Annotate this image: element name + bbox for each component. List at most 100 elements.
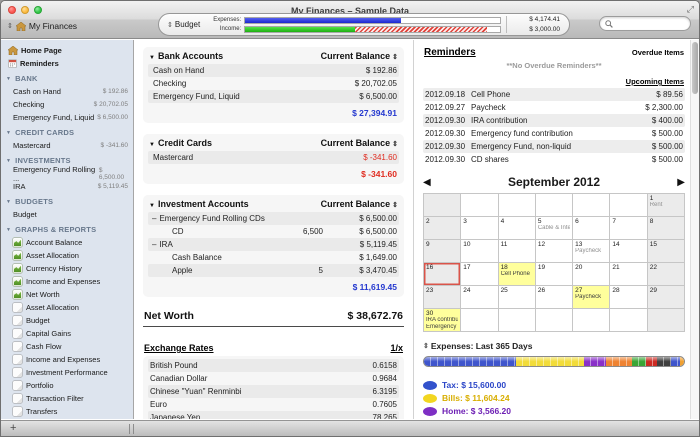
- fullscreen-icon[interactable]: ⤢: [687, 4, 694, 15]
- calendar-day[interactable]: 26: [536, 286, 573, 309]
- sidebar-item[interactable]: BANK: [1, 72, 133, 85]
- calendar-day[interactable]: 30 IRA contribu Emergency f: [424, 309, 461, 332]
- calendar-day[interactable]: 11: [499, 240, 536, 263]
- splitter-handle[interactable]: [129, 424, 134, 434]
- calendar-day[interactable]: 4: [499, 217, 536, 240]
- calendar-day[interactable]: [461, 309, 498, 332]
- calendar-day[interactable]: [536, 194, 573, 217]
- table-row[interactable]: Canadian Dollar 0.9684: [148, 372, 399, 385]
- list-item[interactable]: 2012.09.30 Emergency fund contribution $…: [423, 127, 685, 140]
- calendar-day[interactable]: 24: [461, 286, 498, 309]
- sidebar-item[interactable]: CREDIT CARDS: [1, 126, 133, 139]
- scrollbar-thumb[interactable]: [692, 42, 698, 94]
- search-field[interactable]: [599, 16, 691, 31]
- calendar-day[interactable]: 10: [461, 240, 498, 263]
- budget-popup[interactable]: ⇕ Budget Expenses: Income:: [158, 13, 570, 36]
- table-row[interactable]: Chinese "Yuan" Renminbi 6.3195: [148, 385, 399, 398]
- sidebar-item[interactable]: Asset Allocation: [1, 249, 133, 262]
- calendar-day[interactable]: 18 Cell Phone: [499, 263, 536, 286]
- calendar-day[interactable]: [610, 194, 647, 217]
- calendar-day[interactable]: 7: [610, 217, 647, 240]
- sidebar-item[interactable]: Budget: [1, 208, 133, 221]
- calendar-day[interactable]: [573, 194, 610, 217]
- sidebar-item[interactable]: Transaction Filter: [1, 392, 133, 405]
- sidebar-item[interactable]: Emergency Fund, Liquid $ 6,500.00: [1, 111, 133, 124]
- sidebar-item[interactable]: BUDGETS: [1, 195, 133, 208]
- sidebar-item[interactable]: Income and Expenses: [1, 353, 133, 366]
- calendar-day[interactable]: 20: [573, 263, 610, 286]
- sidebar-item-home-page[interactable]: Home Page: [1, 44, 133, 57]
- sidebar-item[interactable]: Budget: [1, 314, 133, 327]
- calendar-day[interactable]: [499, 309, 536, 332]
- sidebar-item[interactable]: Asset Allocation: [1, 301, 133, 314]
- section-title[interactable]: ▼Investment Accounts: [149, 199, 249, 209]
- table-row[interactable]: Mastercard $ -341.60: [148, 151, 399, 164]
- calendar-next-icon[interactable]: ▶: [671, 177, 685, 188]
- sidebar-item[interactable]: Checking $ 20,702.05: [1, 98, 133, 111]
- sidebar-item[interactable]: VAT/GST: [1, 418, 133, 419]
- calendar-day[interactable]: 6: [573, 217, 610, 240]
- scrollbar[interactable]: [690, 40, 699, 419]
- table-row[interactable]: CD 6,500 $ 6,500.00: [148, 225, 399, 238]
- calendar-day[interactable]: 3: [461, 217, 498, 240]
- table-row[interactable]: Emergency Fund, Liquid $ 6,500.00: [148, 90, 399, 103]
- sidebar-item[interactable]: Cash Flow: [1, 340, 133, 353]
- table-row[interactable]: –Emergency Fund Rolling CDs $ 6,500.00: [148, 212, 399, 225]
- list-item[interactable]: 2012.09.30 Emergency Fund, non-liquid $ …: [423, 140, 685, 153]
- calendar-day[interactable]: 14: [610, 240, 647, 263]
- calendar-day[interactable]: 22: [648, 263, 685, 286]
- calendar-day[interactable]: 21: [610, 263, 647, 286]
- calendar-day[interactable]: 17: [461, 263, 498, 286]
- calendar-day[interactable]: 8: [648, 217, 685, 240]
- list-item[interactable]: 2012.09.30 CD shares $ 500.00: [423, 153, 685, 166]
- expenses-chart-title[interactable]: Expenses: Last 365 Days: [431, 341, 533, 351]
- calendar-day[interactable]: 9: [424, 240, 461, 263]
- calendar-day[interactable]: 27 Paycheck: [573, 286, 610, 309]
- sidebar-item[interactable]: Cash on Hand $ 192.86: [1, 85, 133, 98]
- sidebar-item[interactable]: Transfers: [1, 405, 133, 418]
- close-icon[interactable]: [8, 6, 16, 14]
- calendar-day[interactable]: 25: [499, 286, 536, 309]
- table-row[interactable]: Euro 0.7605: [148, 398, 399, 411]
- calendar-day[interactable]: [648, 309, 685, 332]
- calendar-day[interactable]: [461, 194, 498, 217]
- sidebar-item[interactable]: GRAPHS & REPORTS: [1, 223, 133, 236]
- sort-column-header[interactable]: Current Balance⇕: [321, 138, 398, 148]
- list-item[interactable]: 2012.09.27 Paycheck $ 2,300.00: [423, 101, 685, 114]
- calendar-prev-icon[interactable]: ◀: [423, 177, 437, 188]
- calendar-day[interactable]: [610, 309, 647, 332]
- sidebar-item[interactable]: Account Balance: [1, 236, 133, 249]
- calendar-day[interactable]: 28: [610, 286, 647, 309]
- calendar-day[interactable]: 15: [648, 240, 685, 263]
- table-row[interactable]: Cash on Hand $ 192.86: [148, 64, 399, 77]
- sidebar-item[interactable]: Income and Expenses: [1, 275, 133, 288]
- table-row[interactable]: Cash Balance $ 1,649.00: [148, 251, 399, 264]
- calendar-day[interactable]: [499, 194, 536, 217]
- minimize-icon[interactable]: [21, 6, 29, 14]
- sidebar-item-reminders[interactable]: Reminders: [1, 57, 133, 70]
- calendar-day[interactable]: [536, 309, 573, 332]
- calendar-day[interactable]: 19: [536, 263, 573, 286]
- calendar-day[interactable]: 16: [424, 263, 461, 286]
- section-title[interactable]: ▼Credit Cards: [149, 138, 212, 148]
- search-input[interactable]: [616, 19, 685, 28]
- sidebar-item[interactable]: Mastercard $ -341.60: [1, 139, 133, 152]
- calendar-day[interactable]: [424, 194, 461, 217]
- table-row[interactable]: British Pound 0.6158: [148, 359, 399, 372]
- source-popup[interactable]: ⇕ My Finances: [7, 21, 77, 31]
- list-item[interactable]: 2012.09.30 IRA contribution $ 400.00: [423, 114, 685, 127]
- calendar-day[interactable]: 12: [536, 240, 573, 263]
- sidebar-item[interactable]: Capital Gains: [1, 327, 133, 340]
- sidebar-item[interactable]: Net Worth: [1, 288, 133, 301]
- calendar-day[interactable]: 23: [424, 286, 461, 309]
- sort-column-header[interactable]: Current Balance⇕: [321, 199, 398, 209]
- calendar-day[interactable]: 13 Paycheck: [573, 240, 610, 263]
- sidebar-item[interactable]: Portfolio: [1, 379, 133, 392]
- calendar-day[interactable]: [573, 309, 610, 332]
- exchange-rates-col[interactable]: 1/x: [390, 343, 403, 353]
- zoom-icon[interactable]: [34, 6, 42, 14]
- sidebar-item[interactable]: Currency History: [1, 262, 133, 275]
- add-button[interactable]: +: [1, 423, 25, 434]
- section-title[interactable]: ▼Bank Accounts: [149, 51, 223, 61]
- table-row[interactable]: Apple 5 $ 3,470.45: [148, 264, 399, 277]
